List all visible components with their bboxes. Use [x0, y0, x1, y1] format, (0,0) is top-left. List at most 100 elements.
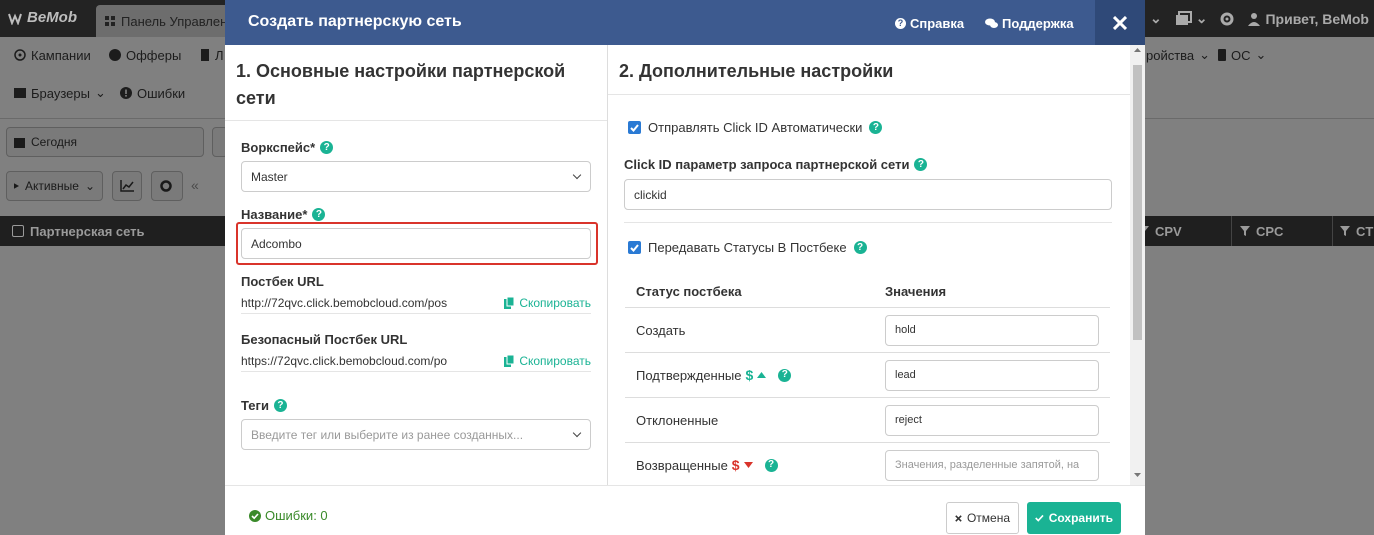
check-circle-icon [249, 509, 261, 522]
checkbox-checked[interactable] [628, 121, 641, 134]
support-link-label: Поддержка [1002, 16, 1074, 31]
errors-label: Ошибки: 0 [265, 508, 328, 523]
nav-browsers-label: Браузеры [31, 85, 90, 101]
status-value-input[interactable]: reject [885, 404, 1099, 436]
tags-label: Теги ? [241, 398, 287, 413]
workspace-label: Воркспейс* ? [241, 140, 334, 155]
check-icon [630, 123, 639, 132]
chevron-down-icon: ⌄ [1199, 47, 1211, 62]
help-icon[interactable]: ? [778, 368, 792, 382]
status-col-header: Статус постбека [636, 284, 742, 299]
support-link[interactable]: Поддержка [985, 16, 1074, 31]
settings-button[interactable] [151, 171, 183, 201]
workspace-label-text: Воркспейс* [241, 140, 316, 155]
app-logo: BeMob [8, 9, 77, 26]
save-button[interactable]: Сохранить [1027, 502, 1121, 534]
copy-icon [504, 354, 515, 367]
copy-postback-button[interactable]: Скопировать [504, 296, 591, 310]
nav-offers[interactable]: Офферы [109, 48, 181, 63]
status-value: hold [895, 324, 916, 336]
help-icon[interactable]: ? [273, 399, 287, 412]
nav-landers[interactable]: Л [200, 48, 224, 63]
pass-statuses-checkbox[interactable]: Передавать Статусы В Постбеке ? [628, 240, 867, 255]
stack-icon[interactable]: ⌄ [1174, 10, 1207, 27]
nav-errors[interactable]: Ошибки [120, 86, 185, 101]
help-icon[interactable]: ? [320, 141, 334, 154]
copy-secure-postback-button[interactable]: Скопировать [504, 354, 591, 368]
status-value-input[interactable]: Значения, разделенные запятой, на [885, 449, 1099, 481]
nav-campaigns[interactable]: Кампании [14, 48, 91, 63]
create-network-modal: Создать партнерскую сеть ? Справка Подде… [225, 0, 1145, 535]
header-cpc[interactable]: CPC [1240, 216, 1283, 246]
status-filter[interactable]: Активные ⌄ [6, 171, 103, 201]
cancel-button[interactable]: Отмена [946, 502, 1019, 534]
tab-dashboard[interactable]: Панель Управлен [96, 5, 236, 37]
caret-down-icon [743, 462, 753, 468]
header-partner-network[interactable]: Партнерская сеть [12, 216, 145, 246]
pass-statuses-label: Передавать Статусы В Постбеке [648, 240, 847, 255]
status-name: Отклоненные [636, 413, 718, 428]
double-chevron-left-icon[interactable]: « [191, 177, 199, 193]
gear-icon[interactable] [1219, 11, 1235, 27]
select-all-checkbox[interactable] [12, 225, 24, 237]
scroll-up-arrow-icon[interactable] [1130, 45, 1145, 55]
scroll-down-arrow-icon[interactable] [1130, 470, 1145, 480]
nav-errors-label: Ошибки [137, 85, 186, 101]
section-title: 1. Основные настройки партнерской сети [236, 61, 566, 108]
name-label-text: Название* [241, 207, 308, 222]
status-placeholder: Значения, разделенные запятой, на [895, 459, 1080, 471]
user-menu[interactable]: Привет, BeMob [1247, 11, 1369, 27]
name-label: Название* ? [241, 207, 326, 222]
nav-campaigns-label: Кампании [31, 47, 91, 63]
status-value-input[interactable]: hold [885, 314, 1099, 346]
send-clickid-checkbox[interactable]: Отправлять Click ID Автоматически ? [628, 120, 883, 135]
help-link[interactable]: ? Справка [895, 16, 964, 31]
date-filter-label: Сегодня [31, 135, 77, 149]
table-row: Подтвержденные $ ? lead [625, 352, 1110, 397]
date-filter[interactable]: Сегодня [6, 127, 204, 157]
postback-label: Постбек URL [241, 274, 324, 289]
copy-label: Скопировать [519, 353, 591, 368]
help-icon[interactable]: ? [312, 208, 326, 221]
chart-button[interactable] [112, 171, 142, 201]
postback-url: http://72qvc.click.bemobcloud.com/pos [241, 295, 448, 310]
nav-devices[interactable]: ройства ⌄ [1146, 47, 1210, 63]
greeting-text: Привет, BeMob [1265, 10, 1369, 27]
section-header: 2. Дополнительные настройки [608, 45, 1130, 95]
help-icon[interactable]: ? [869, 121, 883, 134]
tab-label: Панель Управлен [121, 13, 228, 29]
help-icon[interactable]: ? [853, 241, 867, 254]
chevron-down-icon: ⌄ [1255, 47, 1267, 62]
highlight-box [236, 222, 598, 265]
scrollbar[interactable] [1130, 45, 1145, 485]
help-icon[interactable]: ? [914, 158, 928, 171]
gear-icon [160, 180, 172, 192]
copy-icon [504, 296, 515, 309]
help-icon[interactable]: ? [764, 458, 778, 472]
chevron-down-icon[interactable]: ⌄ [1150, 10, 1162, 27]
header-label: CPC [1256, 223, 1284, 239]
checkbox-checked[interactable] [628, 241, 641, 254]
phone-icon [1218, 49, 1226, 61]
header-cpv[interactable]: CPV [1139, 216, 1182, 246]
nav-landers-label: Л [215, 47, 224, 63]
nav-os[interactable]: ОС ⌄ [1218, 47, 1266, 63]
help-link-label: Справка [910, 16, 965, 31]
clickid-param-input[interactable]: clickid [624, 179, 1112, 210]
workspace-select[interactable]: Master [241, 161, 591, 192]
clickid-param-value: clickid [634, 187, 667, 202]
section-title: 2. Дополнительные настройки [619, 61, 894, 81]
save-label: Сохранить [1048, 511, 1113, 525]
workspace-value: Master [251, 169, 288, 184]
status-value-input[interactable]: lead [885, 359, 1099, 391]
error-icon [120, 87, 132, 99]
nav-browsers[interactable]: Браузеры ⌄ [14, 85, 106, 101]
scrollbar-thumb[interactable] [1133, 65, 1142, 340]
header-ctr[interactable]: CT [1340, 216, 1373, 246]
tags-select[interactable]: Введите тег или выберите из ранее создан… [241, 419, 591, 450]
close-button[interactable] [1095, 0, 1145, 45]
header-label: Партнерская сеть [30, 223, 145, 239]
modal-footer: Ошибки: 0 Отмена Сохранить [225, 485, 1145, 535]
column-separator [1231, 216, 1232, 246]
status-name: Подтвержденные $ ? [636, 367, 792, 383]
